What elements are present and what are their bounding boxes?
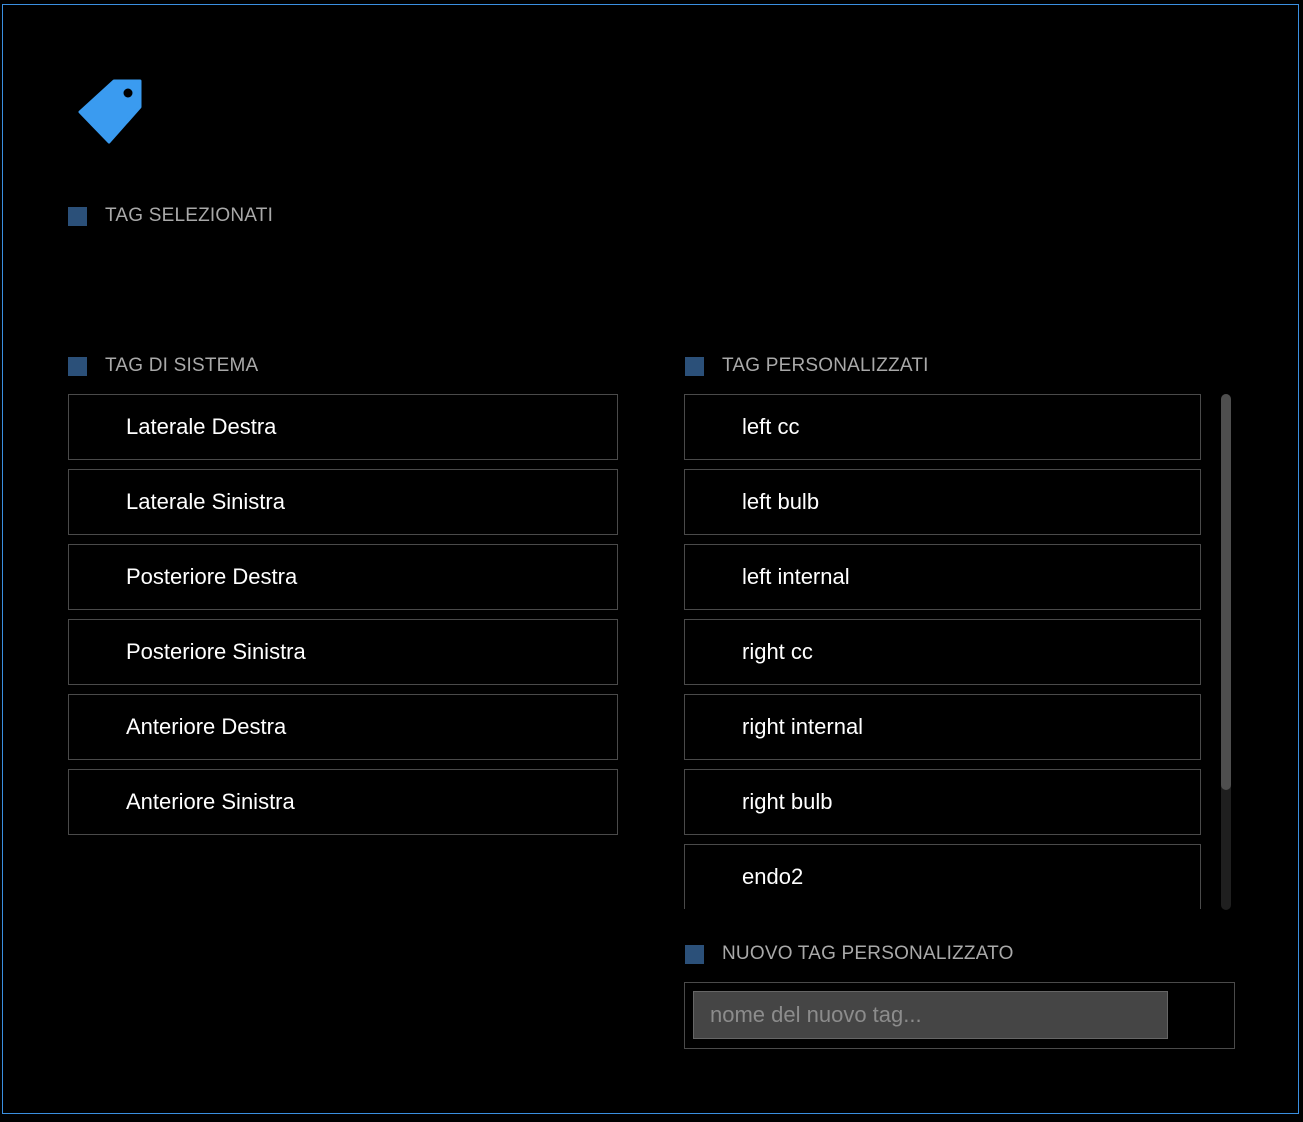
- tag-label: left bulb: [742, 489, 820, 514]
- section-marker: [68, 356, 87, 376]
- tag-label: Posteriore Destra: [126, 564, 298, 589]
- tag-label: left cc: [742, 414, 800, 439]
- tag-label: right internal: [742, 714, 864, 739]
- system-tag-item[interactable]: Posteriore Destra: [68, 544, 618, 610]
- section-marker: [685, 356, 704, 376]
- system-tags-label: TAG DI SISTEMA: [105, 355, 259, 376]
- system-tag-item[interactable]: Laterale Destra: [68, 394, 618, 460]
- new-tag-header: NUOVO TAG PERSONALIZZATO: [685, 943, 1014, 965]
- tag-label: endo2: [742, 864, 804, 889]
- new-tag-label: NUOVO TAG PERSONALIZZATO: [722, 943, 1014, 964]
- tag-label: Posteriore Sinistra: [126, 639, 306, 664]
- custom-tag-item[interactable]: right bulb: [684, 769, 1201, 835]
- custom-list-scrollbar[interactable]: [1221, 394, 1231, 910]
- price-tag-icon: [78, 79, 142, 144]
- system-tag-item[interactable]: Anteriore Destra: [68, 694, 618, 760]
- custom-tag-list[interactable]: left cc left bulb left internal right cc…: [684, 394, 1202, 909]
- selected-tags-header: TAG SELEZIONATI: [68, 205, 273, 227]
- tag-label: Laterale Destra: [126, 414, 277, 439]
- selected-tags-label: TAG SELEZIONATI: [105, 205, 274, 226]
- tag-label: left internal: [742, 564, 850, 589]
- section-marker: [68, 206, 87, 226]
- tag-label: right cc: [742, 639, 813, 664]
- system-tag-list: Laterale Destra Laterale Sinistra Poster…: [68, 394, 618, 835]
- tag-label: Anteriore Sinistra: [126, 789, 295, 814]
- custom-tag-item[interactable]: right cc: [684, 619, 1201, 685]
- system-tag-item[interactable]: Anteriore Sinistra: [68, 769, 618, 835]
- system-tag-item[interactable]: Laterale Sinistra: [68, 469, 618, 535]
- new-tag-box: [684, 982, 1235, 1049]
- custom-tag-item[interactable]: right internal: [684, 694, 1201, 760]
- system-tag-item[interactable]: Posteriore Sinistra: [68, 619, 618, 685]
- section-marker: [685, 944, 704, 964]
- custom-tag-item[interactable]: left bulb: [684, 469, 1201, 535]
- new-tag-input[interactable]: [693, 991, 1168, 1039]
- custom-tag-item[interactable]: endo2: [684, 844, 1201, 909]
- custom-tags-header: TAG PERSONALIZZATI: [685, 355, 929, 377]
- custom-tag-item[interactable]: left cc: [684, 394, 1201, 460]
- custom-tag-item[interactable]: left internal: [684, 544, 1201, 610]
- custom-tags-label: TAG PERSONALIZZATI: [722, 355, 929, 376]
- tag-label: Anteriore Destra: [126, 714, 287, 739]
- scrollbar-thumb[interactable]: [1221, 394, 1231, 790]
- system-tags-header: TAG DI SISTEMA: [68, 355, 258, 377]
- tag-label: Laterale Sinistra: [126, 489, 285, 514]
- tag-label: right bulb: [742, 789, 833, 814]
